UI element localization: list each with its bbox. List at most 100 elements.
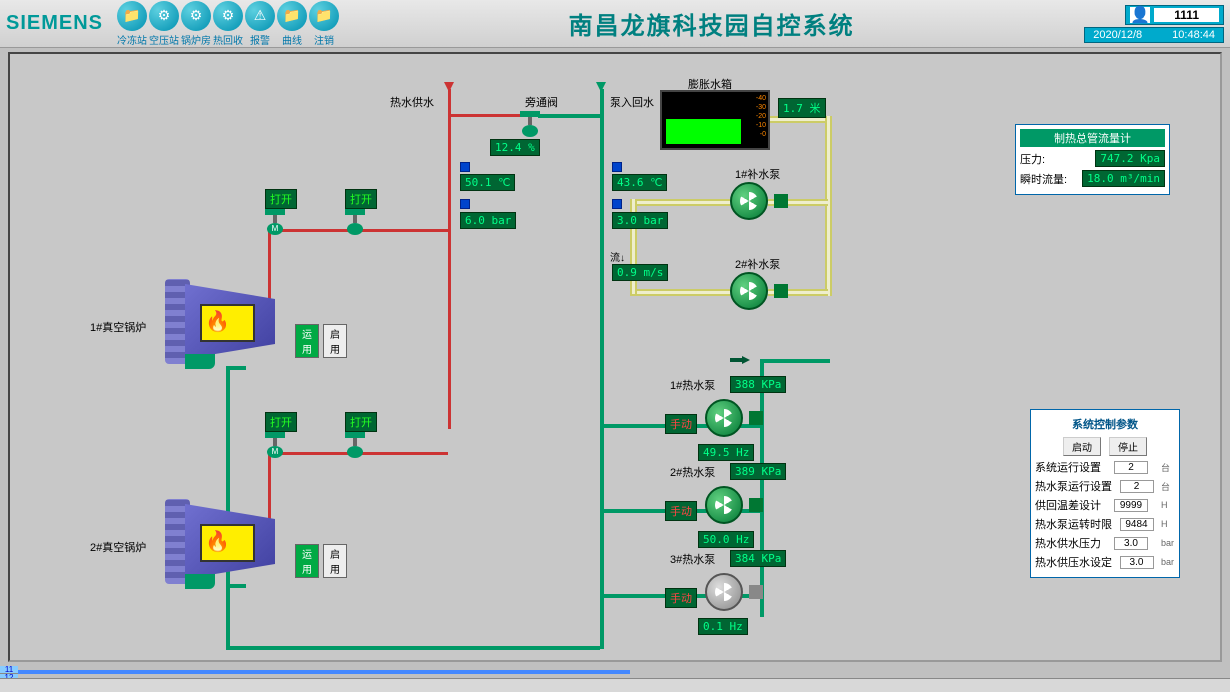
pipe-green bbox=[226, 646, 600, 650]
hot-supply-label: 热水供水 bbox=[390, 94, 434, 110]
hot-pump-3[interactable] bbox=[705, 573, 753, 615]
start-button[interactable]: 启动 bbox=[1063, 437, 1101, 456]
nav-logout[interactable]: 📁注销 bbox=[309, 1, 339, 47]
sensor-icon bbox=[460, 162, 470, 172]
bypass-value: 12.4 % bbox=[490, 139, 540, 156]
footer-progress bbox=[0, 670, 630, 674]
hotpump-2-mode[interactable]: 手动 bbox=[665, 501, 697, 521]
param-input[interactable] bbox=[1114, 499, 1148, 512]
boiler-base-icon bbox=[185, 574, 215, 589]
valve-1a[interactable]: 打开 M bbox=[265, 189, 297, 235]
tank-scale: -40-30-20-10-0 bbox=[742, 94, 766, 146]
pipe-yellow bbox=[630, 199, 730, 206]
valve-status: 打开 bbox=[345, 189, 377, 209]
param-row: 热水供压水设定bar bbox=[1035, 554, 1175, 570]
tank-fill-icon bbox=[666, 119, 741, 144]
flame-icon: 🔥 bbox=[205, 529, 230, 554]
pipe-yellow bbox=[630, 289, 730, 296]
return-temp: 43.6 ℃ bbox=[612, 174, 667, 191]
footer-status bbox=[0, 678, 1230, 692]
hotpump-1-kpa: 388 KPa bbox=[730, 376, 786, 393]
status-start[interactable]: 启用 bbox=[323, 544, 347, 578]
return-flow: 0.9 m/s bbox=[612, 264, 668, 281]
expansion-tank-display[interactable]: -40-30-20-10-0 bbox=[660, 90, 770, 150]
press-value: 747.2 Kpa bbox=[1095, 150, 1165, 167]
boiler-1-status: 运用 启用 bbox=[295, 324, 347, 358]
scada-canvas: 1#真空锅炉 🔥 运用 启用 2#真空锅炉 🔥 运用 启用 打开 M 打开 打开… bbox=[8, 52, 1222, 662]
boiler-2[interactable]: 2#真空锅炉 🔥 运用 启用 bbox=[165, 499, 285, 589]
user-id: 1111 bbox=[1154, 8, 1219, 22]
network-icon: ⚙ bbox=[149, 1, 179, 31]
nav-cooling[interactable]: 📁冷冻站 bbox=[117, 1, 147, 47]
makeup-pump-2-label: 2#补水泵 bbox=[735, 256, 780, 272]
flowmeter-title: 制热总管流量计 bbox=[1020, 129, 1165, 147]
network-icon: ⚙ bbox=[213, 1, 243, 31]
nav-curve[interactable]: 📁曲线 bbox=[277, 1, 307, 47]
boiler-1[interactable]: 1#真空锅炉 🔥 运用 启用 bbox=[165, 279, 285, 369]
nav-buttons: 📁冷冻站 ⚙空压站 ⚙锅炉房 ⚙热回收 ⚠报警 📁曲线 📁注销 bbox=[117, 1, 339, 47]
status-start[interactable]: 启用 bbox=[323, 324, 347, 358]
pipe-yellow bbox=[825, 116, 832, 296]
status-running[interactable]: 运用 bbox=[295, 544, 319, 578]
hotpump-3-kpa: 384 KPa bbox=[730, 550, 786, 567]
hotpump-3-hz: 0.1 Hz bbox=[698, 618, 748, 635]
valve-status: 打开 bbox=[265, 189, 297, 209]
flow-arrow-icon bbox=[730, 356, 750, 364]
param-row: 系统运行设置台 bbox=[1035, 459, 1175, 475]
nav-air-compressor[interactable]: ⚙空压站 bbox=[149, 1, 179, 47]
page-title: 南昌龙旗科技园自控系统 bbox=[339, 6, 1084, 41]
valve-status: 打开 bbox=[265, 412, 297, 432]
hotpump-1-label: 1#热水泵 bbox=[670, 377, 715, 393]
param-row: 热水泵运转时限H bbox=[1035, 516, 1175, 532]
valve-2a[interactable]: 打开 M bbox=[265, 412, 297, 458]
footer-bar: 111214 bbox=[0, 662, 1230, 692]
nav-heat-recovery[interactable]: ⚙热回收 bbox=[213, 1, 243, 47]
param-row: 热水供水压力bar bbox=[1035, 535, 1175, 551]
param-input[interactable] bbox=[1120, 518, 1154, 531]
hot-pump-2[interactable] bbox=[705, 486, 753, 528]
hot-pump-1[interactable] bbox=[705, 399, 753, 441]
param-row: 供回温差设计H bbox=[1035, 497, 1175, 513]
supply-temp: 50.1 ℃ bbox=[460, 174, 515, 191]
control-panel: 系统控制参数 启动 停止 系统运行设置台 热水泵运行设置台 供回温差设计H 热水… bbox=[1030, 409, 1180, 578]
hotpump-1-hz: 49.5 Hz bbox=[698, 444, 754, 461]
folder-icon: 📁 bbox=[277, 1, 307, 31]
makeup-pump-1[interactable] bbox=[730, 182, 778, 224]
valve-1b[interactable]: 打开 bbox=[345, 189, 377, 235]
nav-boiler-room[interactable]: ⚙锅炉房 bbox=[181, 1, 211, 47]
header-bar: SIEMENS 📁冷冻站 ⚙空压站 ⚙锅炉房 ⚙热回收 ⚠报警 📁曲线 📁注销 … bbox=[0, 0, 1230, 48]
hotpump-3-mode[interactable]: 手动 bbox=[665, 588, 697, 608]
folder-icon: 📁 bbox=[117, 1, 147, 31]
datetime: 2020/12/810:48:44 bbox=[1084, 27, 1224, 43]
boiler-2-label: 2#真空锅炉 bbox=[90, 539, 146, 555]
nav-alarm[interactable]: ⚠报警 bbox=[245, 1, 275, 47]
flame-icon: 🔥 bbox=[205, 309, 230, 334]
pipe-green bbox=[760, 359, 830, 363]
makeup-pump-2[interactable] bbox=[730, 272, 778, 314]
boiler-base-icon bbox=[185, 354, 215, 369]
pipe-green bbox=[600, 89, 604, 649]
param-input[interactable] bbox=[1114, 461, 1148, 474]
valve-2b[interactable]: 打开 bbox=[345, 412, 377, 458]
bypass-label: 旁通阀 bbox=[525, 94, 558, 110]
param-input[interactable] bbox=[1114, 537, 1148, 550]
arrow-icon bbox=[596, 82, 606, 92]
control-title: 系统控制参数 bbox=[1035, 414, 1175, 434]
arrow-icon bbox=[444, 82, 454, 92]
pipe-green bbox=[760, 359, 764, 617]
user-icon: 👤 bbox=[1130, 7, 1150, 23]
stop-button[interactable]: 停止 bbox=[1109, 437, 1147, 456]
hotpump-1-mode[interactable]: 手动 bbox=[665, 414, 697, 434]
status-running[interactable]: 运用 bbox=[295, 324, 319, 358]
param-input[interactable] bbox=[1120, 480, 1154, 493]
user-info: 👤 1111 2020/12/810:48:44 bbox=[1084, 5, 1224, 43]
makeup-pump-1-label: 1#补水泵 bbox=[735, 166, 780, 182]
sensor-icon bbox=[460, 199, 470, 209]
hotpump-2-kpa: 389 KPa bbox=[730, 463, 786, 480]
param-input[interactable] bbox=[1120, 556, 1154, 569]
flow-value: 18.0 m³/min bbox=[1082, 170, 1165, 187]
flow-label: 流↓ bbox=[610, 249, 625, 264]
bypass-valve[interactable] bbox=[520, 111, 540, 137]
hotpump-3-label: 3#热水泵 bbox=[670, 551, 715, 567]
supply-press: 6.0 bar bbox=[460, 212, 516, 229]
